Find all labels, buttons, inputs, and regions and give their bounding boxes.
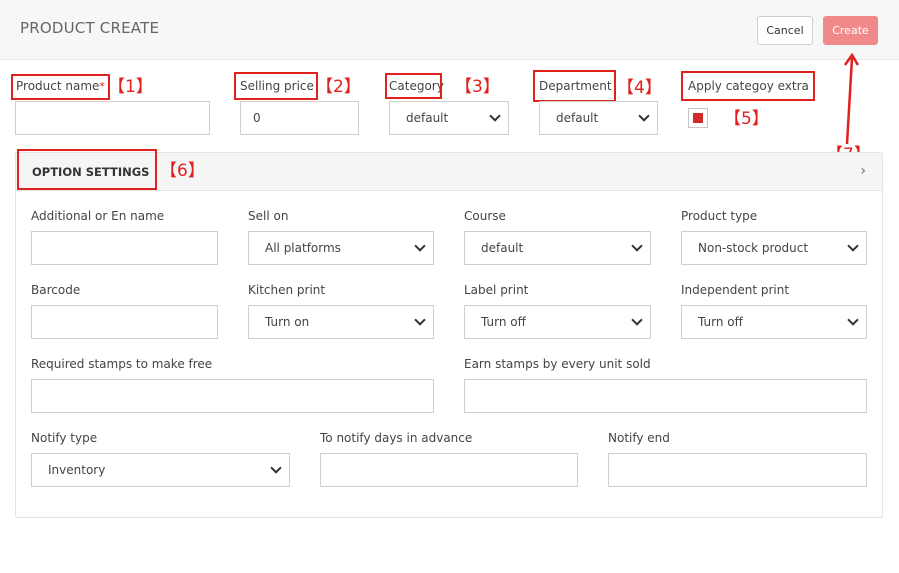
annotation-6: 【6】 bbox=[160, 161, 205, 181]
highlight-option-settings bbox=[17, 149, 157, 190]
highlight-selling-price bbox=[234, 72, 318, 100]
highlight-apply-category-extra bbox=[681, 71, 815, 101]
annotation-4: 【4】 bbox=[617, 78, 662, 98]
arrow-to-create-icon bbox=[843, 52, 860, 145]
highlight-department bbox=[533, 70, 616, 102]
additional-name-input[interactable] bbox=[31, 231, 218, 265]
product-type-select[interactable]: Non-stock product bbox=[681, 231, 867, 265]
kitchen-print-select[interactable]: Turn on bbox=[248, 305, 434, 339]
apply-category-extra-checkbox[interactable] bbox=[688, 108, 708, 128]
chevron-down-icon bbox=[414, 314, 426, 326]
notify-end-input[interactable] bbox=[608, 453, 867, 487]
checkbox-checked-mark bbox=[693, 113, 703, 123]
notify-days-input[interactable] bbox=[320, 453, 578, 487]
product-name-input[interactable] bbox=[15, 101, 210, 135]
barcode-label: Barcode bbox=[31, 283, 81, 297]
category-selected: default bbox=[406, 111, 449, 125]
course-label: Course bbox=[464, 209, 506, 223]
chevron-down-icon bbox=[489, 110, 501, 122]
kitchen-print-label: Kitchen print bbox=[248, 283, 326, 297]
cancel-button[interactable]: Cancel bbox=[757, 16, 813, 45]
department-selected: default bbox=[556, 111, 599, 125]
earn-stamps-input[interactable] bbox=[464, 379, 867, 413]
highlight-product-name bbox=[11, 74, 110, 100]
chevron-right-icon[interactable]: › bbox=[860, 163, 866, 179]
sell-on-select[interactable]: All platforms bbox=[248, 231, 434, 265]
modal-header: PRODUCT CREATE Cancel Create bbox=[0, 0, 899, 60]
category-select[interactable]: default bbox=[389, 101, 509, 135]
course-select[interactable]: default bbox=[464, 231, 651, 265]
notify-type-label: Notify type bbox=[31, 431, 98, 445]
chevron-down-icon bbox=[414, 240, 426, 252]
notify-days-label: To notify days in advance bbox=[320, 431, 473, 445]
chevron-down-icon bbox=[270, 462, 282, 474]
chevron-down-icon bbox=[638, 110, 650, 122]
sell-on-selected: All platforms bbox=[265, 241, 341, 255]
page-title: PRODUCT CREATE bbox=[20, 19, 160, 37]
course-selected: default bbox=[481, 241, 524, 255]
product-type-label: Product type bbox=[681, 209, 758, 223]
notify-type-select[interactable]: Inventory bbox=[31, 453, 290, 487]
independent-print-select[interactable]: Turn off bbox=[681, 305, 867, 339]
chevron-down-icon bbox=[847, 240, 859, 252]
annotation-5: 【5】 bbox=[724, 109, 769, 129]
label-print-select[interactable]: Turn off bbox=[464, 305, 651, 339]
notify-end-label: Notify end bbox=[608, 431, 670, 445]
earn-stamps-label: Earn stamps by every unit sold bbox=[464, 357, 651, 371]
independent-print-label: Independent print bbox=[681, 283, 790, 297]
selling-price-input[interactable]: 0 bbox=[240, 101, 359, 135]
product-type-selected: Non-stock product bbox=[698, 241, 809, 255]
notify-type-selected: Inventory bbox=[48, 463, 106, 477]
annotation-3: 【3】 bbox=[455, 77, 500, 97]
independent-print-selected: Turn off bbox=[698, 315, 743, 329]
kitchen-print-selected: Turn on bbox=[265, 315, 310, 329]
annotation-2: 【2】 bbox=[316, 77, 361, 97]
create-button[interactable]: Create bbox=[823, 16, 878, 45]
label-print-selected: Turn off bbox=[481, 315, 526, 329]
additional-name-label: Additional or En name bbox=[31, 209, 165, 223]
chevron-down-icon bbox=[847, 314, 859, 326]
annotation-1: 【1】 bbox=[108, 77, 153, 97]
sell-on-label: Sell on bbox=[248, 209, 289, 223]
required-stamps-input[interactable] bbox=[31, 379, 434, 413]
highlight-category bbox=[385, 73, 442, 99]
chevron-down-icon bbox=[631, 314, 643, 326]
barcode-input[interactable] bbox=[31, 305, 218, 339]
required-stamps-label: Required stamps to make free bbox=[31, 357, 213, 371]
department-select[interactable]: default bbox=[539, 101, 658, 135]
chevron-down-icon bbox=[631, 240, 643, 252]
label-print-label: Label print bbox=[464, 283, 529, 297]
